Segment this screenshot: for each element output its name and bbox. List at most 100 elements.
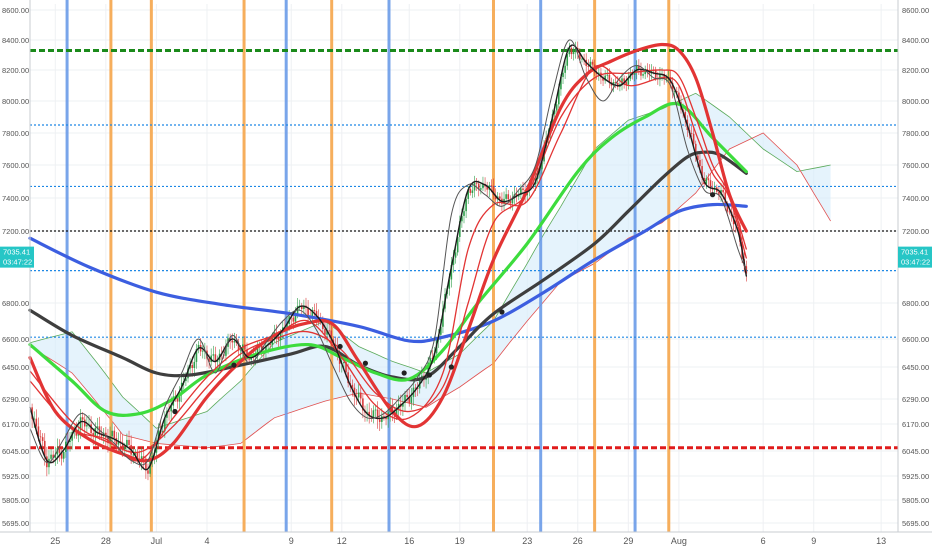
- price-chart[interactable]: 8600.00 8600.00 8400.00 8400.00 8200.00 8200.…: [0, 0, 932, 550]
- y-tick-label-right: 8400.00: [902, 36, 929, 45]
- y-tick-label-left: 6045.00: [2, 447, 29, 456]
- x-tick-label: 12: [337, 536, 347, 546]
- candle-body: [505, 194, 507, 199]
- x-tick-label: 26: [573, 536, 583, 546]
- y-tick-label-left: 6290.00: [2, 395, 29, 404]
- y-tick-label-right: 6600.00: [902, 335, 929, 344]
- candle-body: [248, 359, 250, 361]
- candle-body: [193, 361, 196, 369]
- candle-body: [374, 409, 377, 411]
- x-tick-label: Jul: [151, 536, 163, 546]
- price-tag-right: 7035.4103:47:22: [898, 246, 932, 268]
- candle-body: [191, 365, 194, 369]
- candle-body: [722, 190, 724, 193]
- x-tick-label: 9: [811, 536, 816, 546]
- candle-body: [231, 340, 234, 343]
- candle-body: [406, 394, 408, 398]
- candle-body: [212, 354, 215, 356]
- y-tick-label-left: 7800.00: [2, 129, 29, 138]
- y-tick-label-right: 7800.00: [902, 129, 929, 138]
- cross-dot: [710, 192, 716, 198]
- candle-body: [86, 424, 88, 427]
- x-tick-label: 6: [761, 536, 766, 546]
- price-tag-left: 7035.4103:47:22: [0, 246, 34, 268]
- candle-body: [499, 196, 501, 199]
- candle-body: [473, 182, 476, 191]
- candle-body: [410, 396, 413, 403]
- cross-dot: [448, 364, 454, 370]
- candle-body: [201, 350, 204, 352]
- candle-body: [378, 419, 381, 422]
- y-tick-label-right: 5805.00: [902, 496, 929, 505]
- candle-body: [81, 417, 84, 420]
- y-tick-label-right: 8600.00: [902, 6, 929, 15]
- y-tick-label-right: 6170.00: [902, 420, 929, 429]
- candle-body: [692, 133, 695, 144]
- candle-body: [50, 454, 52, 459]
- candle-body: [62, 451, 65, 459]
- y-tick-label-right: 8000.00: [902, 97, 929, 106]
- candle-body: [313, 309, 316, 312]
- y-tick-label-left: 6450.00: [2, 363, 29, 372]
- candle-body: [233, 341, 236, 343]
- candle-body: [606, 74, 609, 76]
- x-tick-label: Aug: [671, 536, 687, 546]
- candle-body: [555, 104, 558, 111]
- cross-dot: [401, 370, 407, 376]
- x-tick-label: 4: [204, 536, 209, 546]
- y-tick-label-right: 6045.00: [902, 447, 929, 456]
- y-tick-label-right: 8200.00: [902, 66, 929, 75]
- y-tick-label-left: 8000.00: [2, 97, 29, 106]
- candle-body: [454, 252, 457, 258]
- y-tick-label-left: 7400.00: [2, 194, 29, 203]
- candle-body: [699, 159, 701, 167]
- candle-body: [707, 178, 710, 181]
- candle-body: [39, 436, 42, 438]
- candle-body: [642, 74, 644, 76]
- cross-dot: [362, 360, 369, 366]
- price-tag-value: 7035.41: [901, 248, 928, 257]
- candle-body: [522, 188, 524, 191]
- candle-body: [381, 416, 383, 422]
- candle-body: [690, 133, 693, 134]
- x-tick-label: 16: [404, 536, 414, 546]
- y-tick-label-left: 5925.00: [2, 472, 29, 481]
- y-tick-label-right: 5925.00: [902, 472, 929, 481]
- y-tick-label-left: 8600.00: [2, 6, 29, 15]
- candle-body: [359, 392, 362, 399]
- y-tick-label-left: 8200.00: [2, 66, 29, 75]
- y-tick-label-left: 5805.00: [2, 496, 29, 505]
- cross-dot: [426, 372, 433, 378]
- candle-body: [111, 430, 113, 437]
- candle-body: [35, 418, 38, 427]
- candle-body: [58, 448, 61, 453]
- x-tick-label: 19: [455, 536, 465, 546]
- candle-body: [591, 61, 594, 65]
- price-tag-value: 7035.41: [3, 248, 30, 257]
- price-tag-timer: 03:47:22: [901, 258, 930, 267]
- y-tick-label-left: 6600.00: [2, 335, 29, 344]
- y-tick-label-left: 8400.00: [2, 36, 29, 45]
- y-tick-label-right: 6290.00: [902, 395, 929, 404]
- candle-body: [471, 190, 474, 193]
- y-tick-label-left: 5695.00: [2, 519, 29, 528]
- y-tick-label-right: 6450.00: [902, 363, 929, 372]
- y-tick-label-right: 7200.00: [902, 227, 929, 236]
- x-tick-label: 29: [623, 536, 633, 546]
- candle-body: [572, 51, 575, 55]
- candle-body: [463, 211, 465, 216]
- x-tick-label: 28: [101, 536, 111, 546]
- x-tick-label: 13: [876, 536, 886, 546]
- candle-body: [292, 317, 295, 322]
- candle-body: [475, 182, 478, 184]
- candle-body: [469, 188, 472, 193]
- y-tick-label-right: 7600.00: [902, 161, 929, 170]
- y-tick-label-left: 6800.00: [2, 299, 29, 308]
- candle-body: [132, 454, 135, 456]
- candle-body: [507, 194, 510, 200]
- candle-body: [728, 211, 731, 213]
- candle-body: [128, 439, 130, 445]
- candle-body: [480, 188, 482, 190]
- candle-body: [570, 47, 573, 55]
- candle-body: [124, 447, 126, 450]
